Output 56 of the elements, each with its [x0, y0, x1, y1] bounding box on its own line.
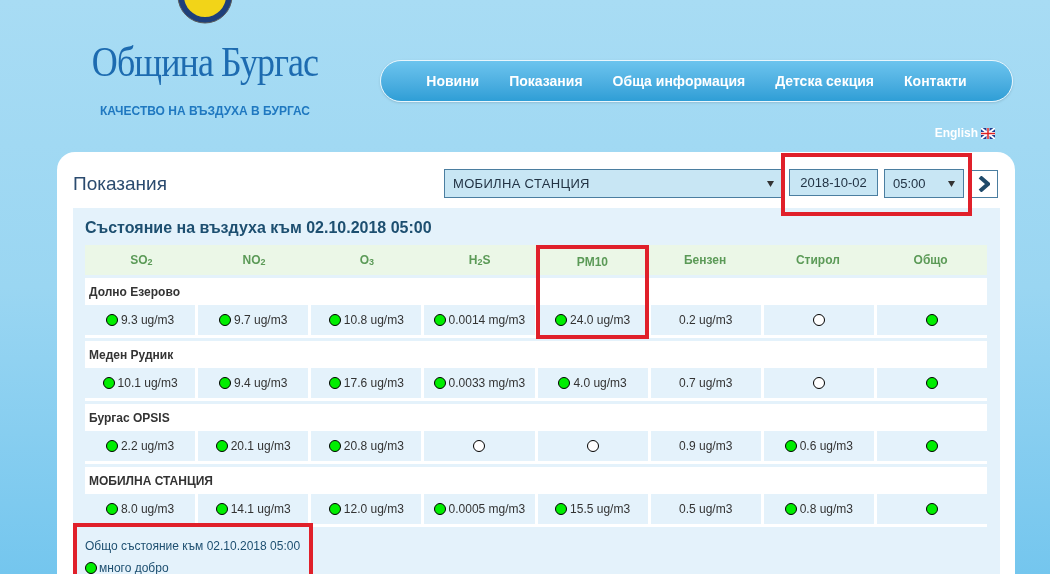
page-title: Показания [73, 171, 168, 196]
station-name: Бургас OPSIS [89, 409, 170, 427]
table-cell: 15.5 ug/m3 [537, 494, 648, 524]
table-cell: 8.0 ug/m3 [85, 494, 196, 524]
station-select[interactable]: МОБИЛНА СТАНЦИЯ [444, 169, 783, 198]
dropdown-icon [948, 180, 955, 187]
station-name: Долно Езерово [89, 283, 180, 301]
table-cell: 0.0005 mg/m3 [424, 494, 535, 524]
date-field[interactable]: 2018-10-02 [789, 169, 878, 196]
site-title: Община Бургас [91, 40, 319, 84]
nav-link[interactable]: Детска секция [775, 70, 875, 92]
table-cell: 0.2 ug/m3 [650, 305, 761, 335]
summary-rating: много добро [99, 560, 169, 574]
table-cell: 0.0014 mg/m3 [424, 305, 535, 335]
time-select[interactable]: 05:00 [884, 169, 964, 198]
table-cell: 10.1 ug/m3 [85, 368, 196, 398]
dropdown-icon [767, 180, 774, 187]
table-cell: 0.6 ug/m3 [763, 431, 874, 461]
table-cell: 0.0033 mg/m3 [424, 368, 535, 398]
station-name: Меден Рудник [89, 346, 174, 364]
table-cell: 9.3 ug/m3 [85, 305, 196, 335]
site-subtitle: КАЧЕСТВО НА ВЪЗДУХА В БУРГАС [100, 103, 310, 120]
column-header: Бензен [683, 252, 728, 269]
table-cell: 9.7 ug/m3 [198, 305, 309, 335]
flag-icon [981, 127, 995, 139]
station-name: МОБИЛНА СТАНЦИЯ [89, 472, 213, 490]
column-header: O$_{3}$ [358, 252, 376, 270]
crest-icon [177, 0, 233, 24]
table-cell: 0.5 ug/m3 [650, 494, 761, 524]
table-cell: 0.9 ug/m3 [650, 431, 761, 461]
nav-link[interactable]: Обща информация [612, 70, 746, 92]
nav-link[interactable]: Новини [426, 70, 480, 92]
table-cell: 2.2 ug/m3 [85, 431, 196, 461]
table-cell: 20.8 ug/m3 [311, 431, 422, 461]
nav-link[interactable]: Контакти [904, 70, 967, 92]
table-cell: 24.0 ug/m3 [537, 305, 648, 335]
table-cell: 10.8 ug/m3 [311, 305, 422, 335]
section-heading: Състояние на въздуха към 02.10.2018 05:00 [85, 218, 433, 238]
column-header: Общо [912, 252, 949, 269]
table-cell: 0.8 ug/m3 [763, 494, 874, 524]
table-cell: 14.1 ug/m3 [198, 494, 309, 524]
nav-link[interactable]: Показания [509, 70, 583, 92]
chevron-right-icon [978, 176, 990, 192]
language-link[interactable]: English [934, 124, 995, 142]
table-cell: 17.6 ug/m3 [311, 368, 422, 398]
column-header: NO$_{2}$ [241, 252, 267, 270]
column-header: Стирол [794, 252, 841, 269]
table-cell: 20.1 ug/m3 [198, 431, 309, 461]
table-cell: 4.0 ug/m3 [537, 368, 648, 398]
table-cell: 12.0 ug/m3 [311, 494, 422, 524]
column-header: H$_{2}$S [467, 252, 492, 270]
summary-text: Общо състояние към 02.10.2018 05:00 [85, 538, 301, 555]
table-cell: 9.4 ug/m3 [198, 368, 309, 398]
next-button[interactable] [970, 170, 998, 198]
table-cell: 0.7 ug/m3 [650, 368, 761, 398]
column-header: SO$_{2}$ [129, 252, 154, 270]
